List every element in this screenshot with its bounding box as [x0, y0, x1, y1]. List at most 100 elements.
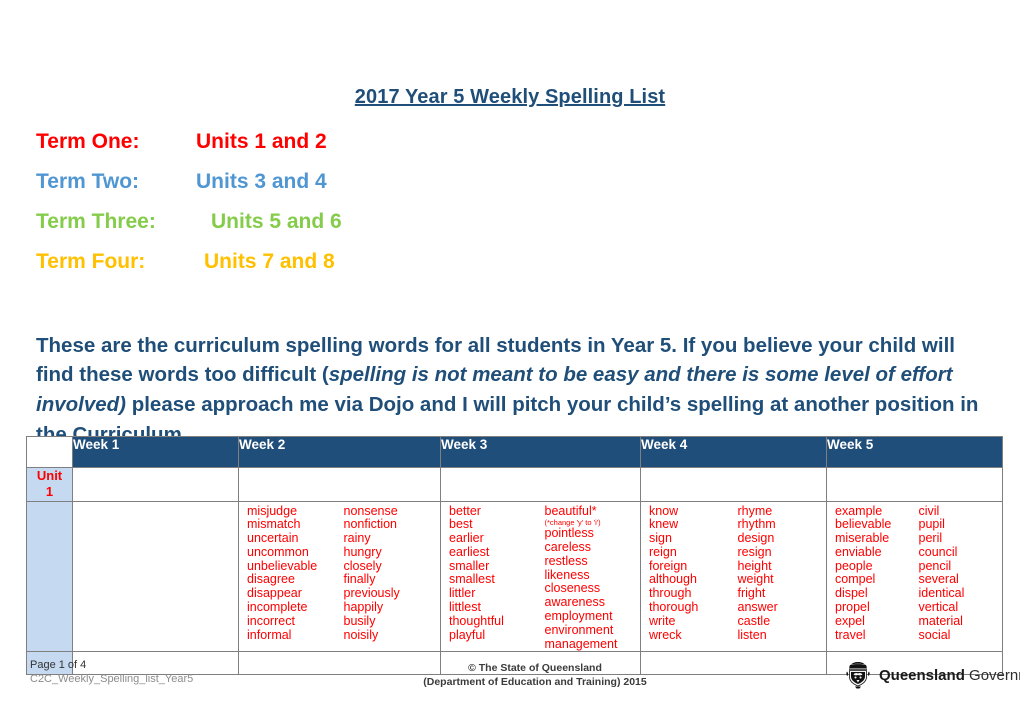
- spelling-word: knew: [649, 517, 679, 532]
- spelling-word: misjudge: [247, 503, 298, 518]
- spelling-word: believable: [835, 517, 892, 532]
- spelling-word: pencil: [918, 558, 952, 573]
- word-column-b-week-5: civil pupil peril council pencil several ident…: [918, 504, 1003, 643]
- spelling-word: unbelievable: [247, 558, 318, 573]
- spelling-word: closeness: [544, 581, 601, 596]
- spelling-word: littlest: [449, 600, 481, 615]
- spelling-word: answer: [737, 600, 778, 615]
- term-label-two: Term Two:: [36, 170, 140, 193]
- spelling-word: happily: [343, 600, 384, 615]
- term-label-one: Term One:: [36, 130, 140, 153]
- logo-wordmark: Queensland Government: [879, 667, 1020, 684]
- intro-paragraph: These are the curriculum spelling words …: [36, 331, 992, 450]
- spelling-word: compel: [835, 572, 876, 587]
- term-label-three: Term Three:: [36, 210, 156, 233]
- term-row-one: Term One: Units 1 and 2: [36, 130, 536, 154]
- column-header-week-5: Week 5: [826, 436, 1003, 468]
- spacer-cell-week-5: [826, 467, 1003, 502]
- logo-text-queensland: Queensland: [879, 666, 965, 684]
- spacer-cell-week-4: [640, 467, 827, 502]
- spelling-word: restless: [544, 553, 588, 568]
- term-row-two: Term Two: Units 3 and 4: [36, 170, 536, 194]
- unit-label-line-1: Unit: [36, 468, 63, 483]
- spelling-word: uncommon: [247, 544, 309, 559]
- unit-spacer-cell: [26, 500, 73, 653]
- spelling-word: resign: [737, 544, 772, 559]
- table-header-row: Week 1 Week 2 Week 3 Week 4 Week 5: [26, 436, 1003, 468]
- spelling-word: pupil: [918, 517, 945, 532]
- spelling-word: informal: [247, 627, 292, 642]
- spelling-word: social: [918, 627, 951, 642]
- spelling-word: listen: [737, 627, 767, 642]
- words-cell-week-1: [72, 500, 239, 653]
- spelling-word: fright: [737, 586, 766, 601]
- spelling-word: thorough: [649, 600, 699, 615]
- spelling-word: earliest: [449, 544, 490, 559]
- spelling-word: peril: [918, 531, 943, 546]
- unit-label-line-2: 1: [45, 484, 54, 500]
- spelling-word: miserable: [835, 531, 890, 546]
- spelling-word: through: [649, 586, 692, 601]
- spelling-word: management: [544, 636, 618, 651]
- spacer-cell-week-1: [72, 467, 239, 502]
- spelling-word: incomplete: [247, 600, 308, 615]
- spelling-word: example: [835, 503, 883, 518]
- footer-page-number: Page 1 of 4: [30, 659, 87, 671]
- spelling-word: people: [835, 558, 873, 573]
- spelling-word: beautiful*: [544, 503, 597, 518]
- spelling-word: know: [649, 503, 679, 518]
- spelling-word: closely: [343, 558, 382, 573]
- spelling-word: nonfiction: [343, 517, 398, 532]
- word-column-a-week-3: better best earlier earliest smaller smallest…: [449, 504, 545, 652]
- term-units-three: Units 5 and 6: [211, 210, 342, 233]
- column-header-week-2: Week 2: [238, 436, 441, 468]
- term-list: Term One: Units 1 and 2 Term Two: Units …: [36, 130, 536, 290]
- spelling-table-wrapper: Week 1 Week 2 Week 3 Week 4 Week 5 Unit …: [26, 436, 1003, 676]
- footer-copyright-line-2: (Department of Education and Training) 2…: [423, 676, 647, 688]
- word-column-b-week-4: rhyme rhythm design resign height weight frigh…: [737, 503, 827, 643]
- logo-text-government: Government: [969, 666, 1020, 684]
- word-column-a-week-5: example believable miserable enviable people…: [835, 503, 919, 643]
- word-columns-week-5: example believable miserable enviable people…: [827, 502, 1002, 643]
- spelling-word: smaller: [449, 558, 490, 573]
- spelling-word: awareness: [544, 595, 605, 610]
- spelling-word: design: [737, 531, 775, 546]
- word-column-b-week-3: beautiful* (*change 'y' to 'i') pointless c…: [544, 503, 641, 652]
- spelling-word: busily: [343, 613, 376, 628]
- words-cell-week-2: misjudge mismatch uncertain uncommon unbelie…: [238, 500, 441, 653]
- spacer-cell-week-2: [238, 467, 441, 502]
- table-spacer-row-top: Unit 1: [26, 467, 1003, 502]
- word-column-b-week-2: nonsense nonfiction rainy hungry closely fina…: [343, 503, 441, 643]
- word-columns-week-3: better best earlier earliest smaller smallest…: [441, 502, 640, 652]
- spelling-word: best: [449, 517, 473, 532]
- spelling-word: disagree: [247, 572, 295, 587]
- spacer-cell-week-3: [440, 467, 641, 502]
- spelling-word: uncertain: [247, 531, 299, 546]
- spelling-word: rhyme: [737, 503, 773, 518]
- spelling-word: expel: [835, 613, 865, 628]
- column-header-week-1: Week 1: [72, 436, 239, 468]
- spelling-word: environment: [544, 622, 614, 637]
- spelling-word: weight: [737, 572, 774, 587]
- term-units-one: Units 1 and 2: [196, 130, 327, 153]
- spelling-word: rhythm: [737, 517, 776, 532]
- queensland-government-logo: Queensland Government: [843, 660, 1020, 690]
- page-footer: Page 1 of 4 C2C_Weekly_Spelling_list_Yea…: [0, 658, 1020, 720]
- spelling-word: foreign: [649, 558, 688, 573]
- spelling-word: travel: [835, 627, 866, 642]
- column-header-week-3: Week 3: [440, 436, 641, 468]
- footer-copyright-line-1: © The State of Queensland: [468, 662, 602, 674]
- words-cell-week-4: know knew sign reign foreign although through t…: [640, 500, 827, 653]
- spelling-word: hungry: [343, 544, 382, 559]
- word-columns-week-1: [73, 502, 238, 505]
- spelling-word: rainy: [343, 531, 371, 546]
- word-columns-week-4: know knew sign reign foreign although through t…: [641, 502, 826, 643]
- term-row-four: Term Four: Units 7 and 8: [36, 250, 536, 274]
- table-words-row: misjudge mismatch uncertain uncommon unbelie…: [26, 500, 1003, 653]
- table-corner-blank: [26, 436, 73, 468]
- spelling-word: mismatch: [247, 517, 301, 532]
- word-columns-week-2: misjudge mismatch uncertain uncommon unbelie…: [239, 502, 440, 643]
- spelling-word: incorrect: [247, 613, 295, 628]
- spelling-word: thoughtful: [449, 613, 504, 628]
- spelling-word: nonsense: [343, 503, 398, 518]
